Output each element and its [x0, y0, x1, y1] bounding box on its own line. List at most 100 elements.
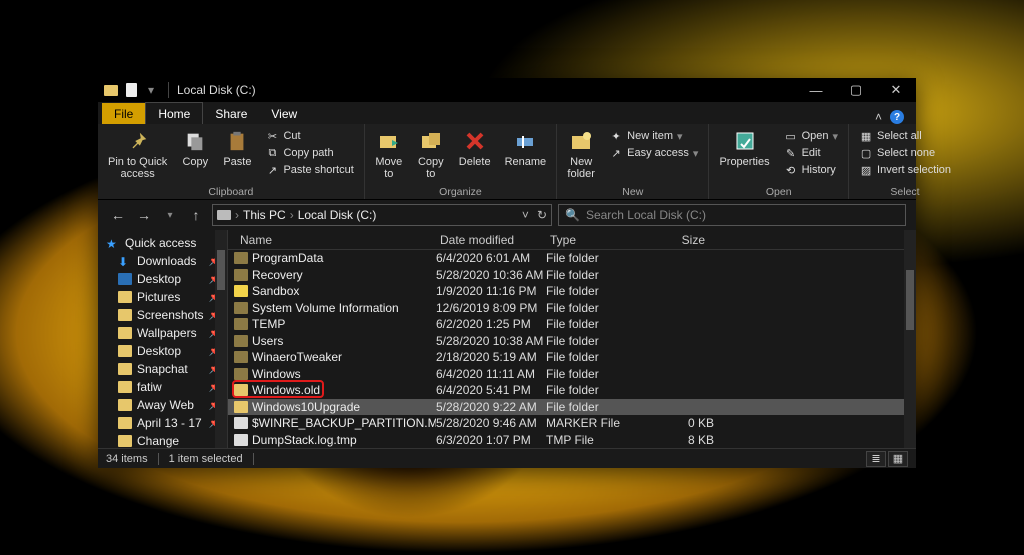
filelist-scrollbar[interactable] [904, 230, 916, 448]
table-row[interactable]: System Volume Information12/6/2019 8:09 … [228, 300, 916, 317]
pin-to-quick-access-button[interactable]: Pin to Quick access [102, 126, 173, 182]
address-bar[interactable]: › This PC › Local Disk (C:) ˅ ↻ [212, 204, 552, 226]
navpane-item[interactable]: ⬇Downloads📌 [98, 252, 227, 270]
help-icon[interactable]: ? [890, 110, 904, 124]
folder-icon [234, 401, 248, 413]
table-row[interactable]: Sandbox1/9/2020 11:16 PMFile folder [228, 283, 916, 300]
forward-button[interactable]: → [134, 207, 154, 223]
navpane-item[interactable]: Change [98, 432, 227, 448]
delete-icon [462, 128, 488, 154]
navpane-item[interactable]: Desktop📌 [98, 270, 227, 288]
file-type: File folder [546, 301, 632, 315]
copy-path-icon: ⧉ [265, 146, 279, 160]
table-row[interactable]: Windows6/4/2020 11:11 AMFile folder [228, 366, 916, 383]
navpane-item[interactable]: Away Web📌 [98, 396, 227, 414]
navpane-item[interactable]: Snapchat📌 [98, 360, 227, 378]
folder-icon [118, 327, 132, 339]
table-row[interactable]: TEMP6/2/2020 1:25 PMFile folder [228, 316, 916, 333]
breadcrumb-root[interactable]: This PC [243, 208, 286, 222]
ribbon-group-new: New folder ✦New item▾ ↗Easy access▾ New [557, 124, 709, 199]
paste-shortcut-button[interactable]: ↗Paste shortcut [263, 162, 355, 178]
navigation-pane: ★Quick access⬇Downloads📌Desktop📌Pictures… [98, 230, 228, 448]
table-row[interactable]: Recovery5/28/2020 10:36 AMFile folder [228, 267, 916, 284]
view-icons-button[interactable]: ▦ [888, 451, 908, 467]
address-dropdown-icon[interactable]: ˅ [522, 208, 529, 222]
close-button[interactable]: ✕ [876, 78, 916, 102]
file-type: File folder [546, 268, 632, 282]
quick-access-toolbar: ▾ [98, 81, 164, 99]
delete-button[interactable]: Delete [453, 126, 497, 170]
table-row[interactable]: WinaeroTweaker2/18/2020 5:19 AMFile fold… [228, 349, 916, 366]
status-selection: 1 item selected [169, 453, 243, 465]
table-row[interactable]: Windows10Upgrade5/28/2020 9:22 AMFile fo… [228, 399, 916, 416]
table-row[interactable]: $WINRE_BACKUP_PARTITION.MARKER5/28/2020 … [228, 415, 916, 432]
properties-button[interactable]: Properties [713, 126, 775, 170]
new-item-button[interactable]: ✦New item▾ [607, 128, 700, 144]
file-type: File folder [546, 284, 632, 298]
search-box[interactable]: 🔍 Search Local Disk (C:) [558, 204, 906, 226]
qat-doc-icon[interactable] [122, 81, 140, 99]
desktop-icon [118, 273, 132, 285]
file-name: Windows10Upgrade [252, 400, 436, 414]
tab-home[interactable]: Home [145, 102, 203, 124]
back-button[interactable]: ← [108, 207, 128, 223]
easy-access-button[interactable]: ↗Easy access▾ [607, 145, 700, 161]
copy-to-button[interactable]: Copy to [411, 126, 451, 182]
new-item-icon: ✦ [609, 129, 623, 143]
file-name: ProgramData [252, 251, 436, 265]
maximize-button[interactable]: ▢ [836, 78, 876, 102]
column-size[interactable]: Size [630, 230, 712, 249]
file-list-pane: Name Date modified Type Size ProgramData… [228, 230, 916, 448]
invert-selection-button[interactable]: ▨Invert selection [857, 162, 953, 178]
ribbon-collapse-icon[interactable]: ˄ [875, 110, 882, 124]
navpane-item[interactable]: Wallpapers📌 [98, 324, 227, 342]
navpane-item[interactable]: fatiw📌 [98, 378, 227, 396]
edit-button[interactable]: ✎Edit [782, 145, 840, 161]
chevron-right-icon: › [235, 208, 239, 222]
navpane-item[interactable]: April 13 - 17📌 [98, 414, 227, 432]
table-row[interactable]: Users5/28/2020 10:38 AMFile folder [228, 333, 916, 350]
open-button[interactable]: ▭Open▾ [782, 128, 840, 144]
table-row[interactable]: Windows.old6/4/2020 5:41 PMFile folder [228, 382, 916, 399]
chevron-right-icon: › [290, 208, 294, 222]
rename-button[interactable]: Rename [499, 126, 553, 170]
copy-icon [182, 128, 208, 154]
navpane-scrollbar[interactable] [215, 230, 227, 448]
file-type: File folder [546, 383, 632, 397]
navpane-item[interactable]: Desktop📌 [98, 342, 227, 360]
navpane-item[interactable]: Screenshots📌 [98, 306, 227, 324]
breadcrumb-leaf[interactable]: Local Disk (C:) [298, 208, 377, 222]
navpane-item[interactable]: Pictures📌 [98, 288, 227, 306]
recent-dropdown[interactable]: ▾ [160, 210, 180, 221]
table-row[interactable]: ProgramData6/4/2020 6:01 AMFile folder [228, 250, 916, 267]
copy-path-button[interactable]: ⧉Copy path [263, 145, 355, 161]
navpane-item[interactable]: ★Quick access [98, 234, 227, 252]
copy-to-icon [418, 128, 444, 154]
history-button[interactable]: ⟲History [782, 162, 840, 178]
up-button[interactable]: ↑ [186, 207, 206, 223]
separator [168, 82, 169, 98]
file-name: WinaeroTweaker [252, 350, 436, 364]
select-all-button[interactable]: ▦Select all [857, 128, 953, 144]
column-date[interactable]: Date modified [434, 230, 544, 249]
move-to-button[interactable]: Move to [369, 126, 409, 182]
file-type: File folder [546, 350, 632, 364]
column-type[interactable]: Type [544, 230, 630, 249]
view-details-button[interactable]: ≣ [866, 451, 886, 467]
new-folder-button[interactable]: New folder [561, 126, 601, 182]
table-row[interactable]: DumpStack.log.tmp6/3/2020 1:07 PMTMP Fil… [228, 432, 916, 449]
refresh-button[interactable]: ↻ [537, 208, 547, 222]
select-none-button[interactable]: ▢Select none [857, 145, 953, 161]
column-name[interactable]: Name [234, 230, 434, 249]
paste-button[interactable]: Paste [217, 126, 257, 170]
cut-button[interactable]: ✂Cut [263, 128, 355, 144]
tab-view[interactable]: View [259, 103, 309, 124]
tab-share[interactable]: Share [203, 103, 259, 124]
folder-icon [234, 302, 248, 314]
file-name: DumpStack.log.tmp [252, 433, 436, 447]
copy-button[interactable]: Copy [175, 126, 215, 170]
tab-file[interactable]: File [102, 103, 145, 124]
minimize-button[interactable]: — [796, 78, 836, 102]
qat-folder-icon[interactable] [102, 81, 120, 99]
qat-dropdown-icon[interactable]: ▾ [142, 81, 160, 99]
